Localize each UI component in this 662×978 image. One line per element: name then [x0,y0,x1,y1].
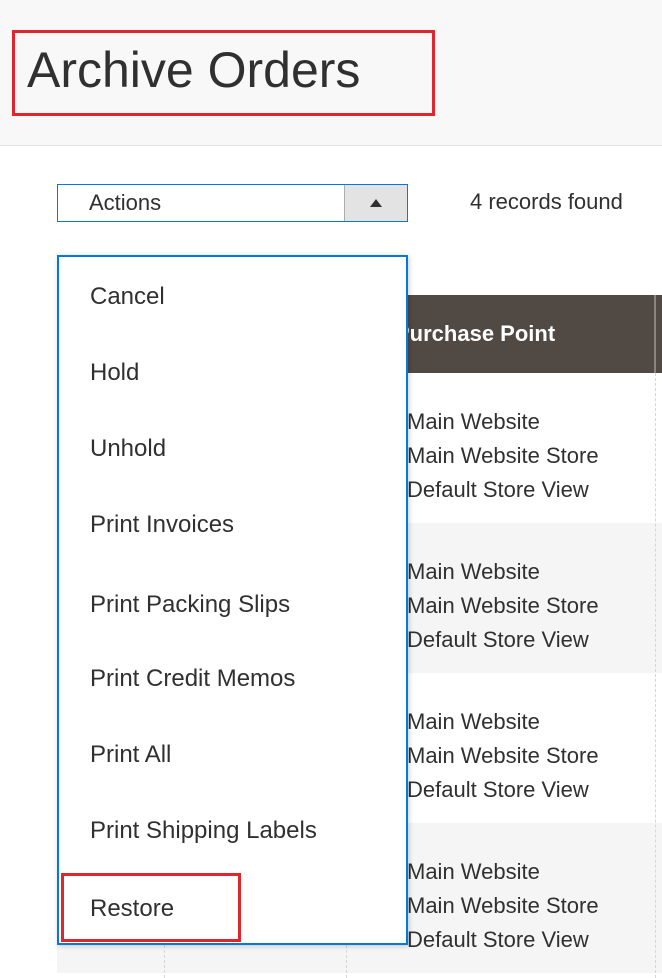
purchase-point-cell: Main Website Main Website Store Default … [407,555,599,657]
menu-item-print-packing-slips[interactable]: Print Packing Slips [90,585,290,625]
column-header-purchase-point[interactable]: Purchase Point [395,295,555,373]
cell-website: Main Website [407,859,540,884]
cell-store: Main Website Store [407,443,599,468]
cell-store-view: Default Store View [407,477,589,502]
menu-item-hold[interactable]: Hold [90,353,139,393]
actions-menu: Cancel Hold Unhold Print Invoices Print … [57,255,408,945]
caret-up-icon [370,199,382,207]
menu-item-restore[interactable]: Restore [90,889,174,929]
page-title: Archive Orders [27,42,361,98]
purchase-point-cell: Main Website Main Website Store Default … [407,405,599,507]
menu-item-unhold[interactable]: Unhold [90,429,166,469]
cell-store-view: Default Store View [407,627,589,652]
cell-website: Main Website [407,559,540,584]
records-found: 4 records found [470,189,623,214]
actions-toggle-button[interactable] [344,185,407,221]
column-divider [654,295,656,373]
purchase-point-cell: Main Website Main Website Store Default … [407,855,599,957]
cell-store: Main Website Store [407,893,599,918]
page-header: Archive Orders [0,0,662,146]
cell-website: Main Website [407,709,540,734]
menu-item-cancel[interactable]: Cancel [90,277,165,317]
cell-website: Main Website [407,409,540,434]
purchase-point-cell: Main Website Main Website Store Default … [407,705,599,807]
cell-store: Main Website Store [407,743,599,768]
actions-dropdown[interactable]: Actions [57,184,408,222]
menu-item-print-shipping-labels[interactable]: Print Shipping Labels [90,811,317,851]
cell-store: Main Website Store [407,593,599,618]
menu-item-print-invoices[interactable]: Print Invoices [90,505,234,545]
menu-item-print-all[interactable]: Print All [90,735,171,775]
actions-label: Actions [89,190,162,215]
column-divider [655,373,656,978]
cell-store-view: Default Store View [407,777,589,802]
cell-store-view: Default Store View [407,927,589,952]
menu-item-print-credit-memos[interactable]: Print Credit Memos [90,659,295,699]
